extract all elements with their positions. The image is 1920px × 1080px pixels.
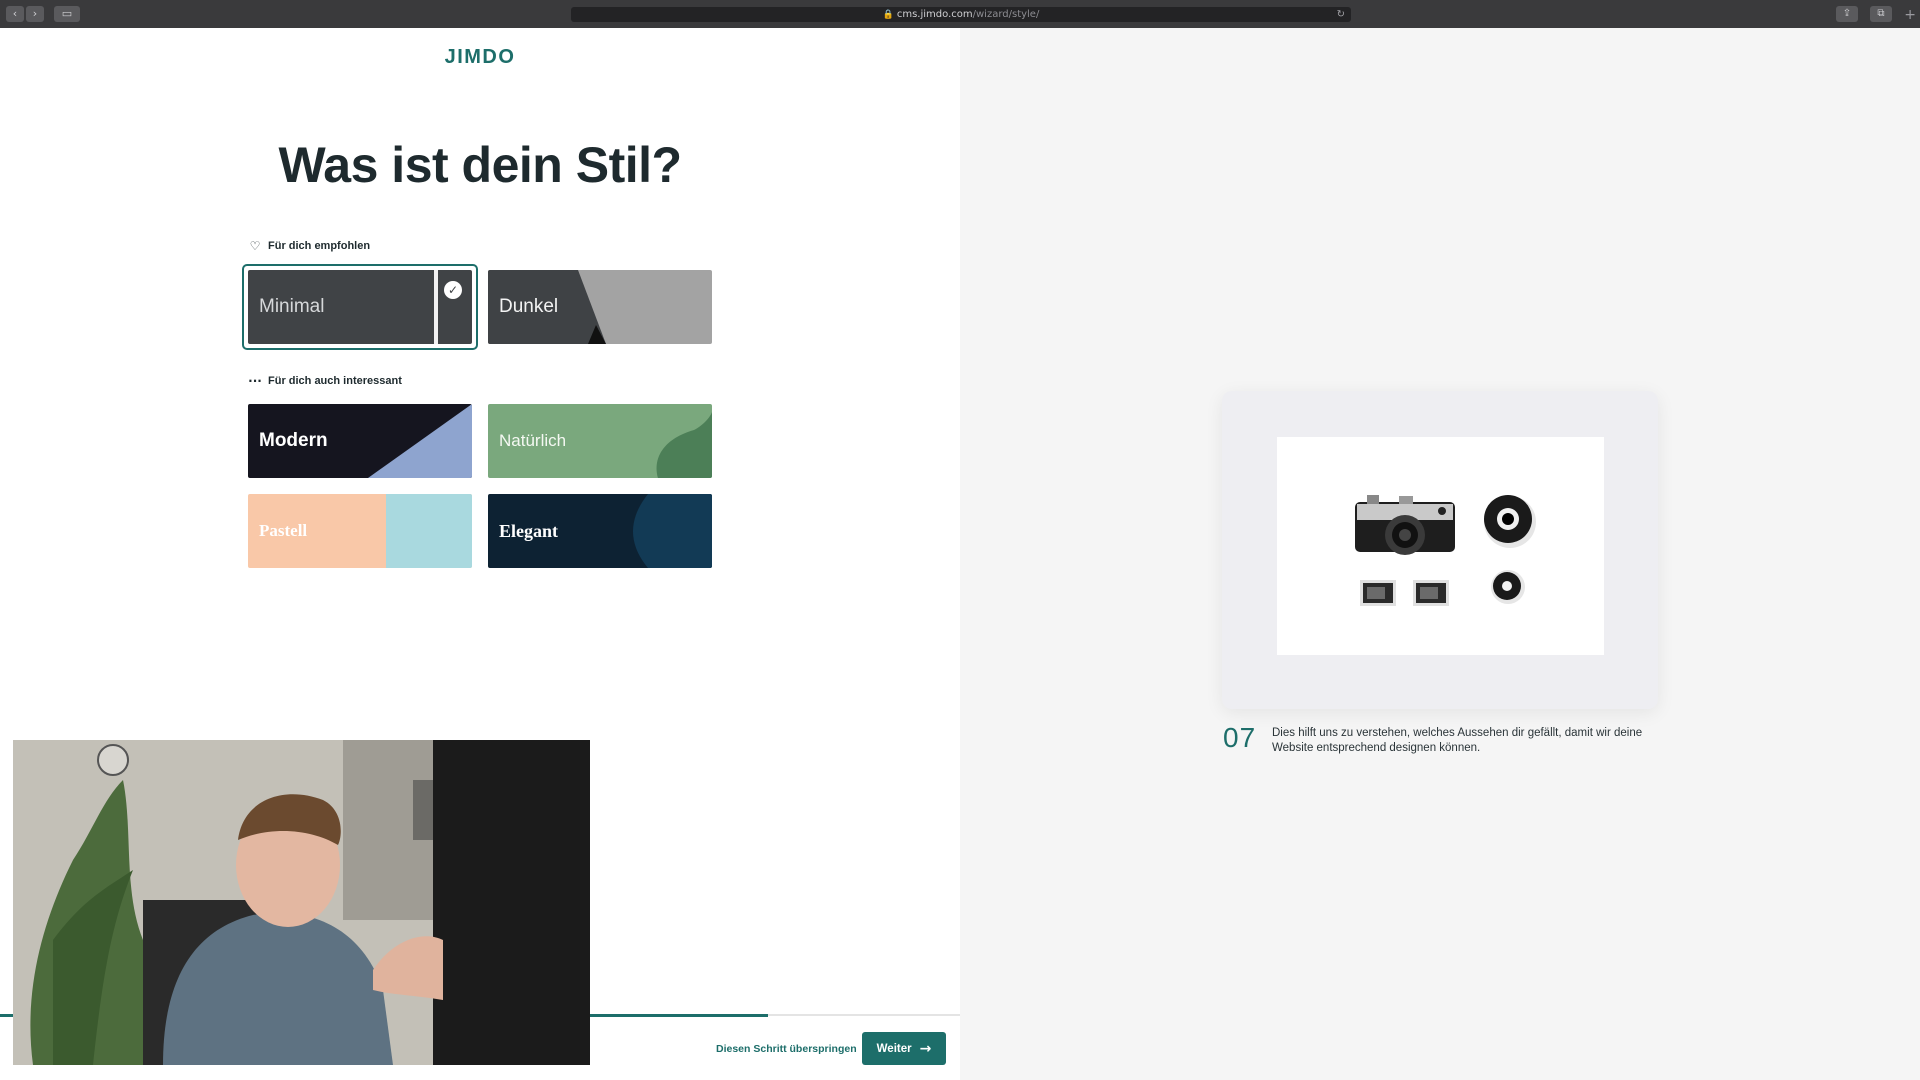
recommended-label: Für dich empfohlen [268, 240, 371, 252]
card-pattern [386, 494, 472, 568]
next-button[interactable]: Weiter → [862, 1032, 946, 1065]
info-pane: 07 Dies hilft uns zu verstehen, welches … [960, 28, 1920, 1080]
jimdo-logo: JIMDO [444, 46, 516, 68]
page-title: Was ist dein Stil? [278, 137, 682, 193]
style-card-label: Natürlich [499, 431, 567, 450]
url-host: cms.jimdo.com [896, 9, 973, 20]
tabs-overview-icon[interactable]: ⧉ [1870, 6, 1892, 22]
style-card-label: Minimal [259, 296, 325, 317]
new-tab-icon[interactable]: + [1904, 8, 1916, 22]
style-card-label: Elegant [499, 521, 559, 541]
style-card-label: Modern [259, 430, 328, 451]
url-path: /wizard/style/ [972, 9, 1040, 20]
browser-toolbar: ‹ › ▭ 🔒 cms.jimdo.com/wizard/style/ ↻ ⇪ ⧉… [0, 0, 1920, 28]
webcam-video-frame [13, 740, 590, 1065]
step-description: Dies hilft uns zu verstehen, welches Aus… [1272, 727, 1643, 754]
skip-step-link[interactable]: Diesen Schritt überspringen [716, 1043, 857, 1055]
sidebar-toggle-icon[interactable]: ▭ [54, 6, 80, 22]
style-card-minimal[interactable]: Minimal ✓ [248, 270, 472, 344]
share-icon[interactable]: ⇪ [1836, 6, 1858, 22]
chevron-right-icon[interactable]: › [26, 6, 44, 22]
also-interesting-section-label: ··· Für dich auch interessant [248, 374, 402, 388]
style-card-natuerlich[interactable]: Natürlich [488, 404, 712, 478]
more-dots-icon: ··· [248, 374, 262, 388]
style-card-elegant[interactable]: Elegant [488, 494, 712, 568]
camera-gear-illustration [1355, 495, 1536, 606]
recommended-section-label: ♡ Für dich empfohlen [248, 239, 370, 253]
chevron-left-icon[interactable]: ‹ [6, 6, 24, 22]
also-interesting-label: Für dich auch interessant [268, 375, 402, 387]
heart-badge-icon: ♡ [249, 239, 261, 253]
next-button-label: Weiter [876, 1042, 912, 1055]
webcam-overlay [13, 740, 590, 1065]
address-bar[interactable]: 🔒 cms.jimdo.com/wizard/style/ ↻ [571, 7, 1351, 22]
style-card-dunkel[interactable]: Dunkel [488, 270, 712, 344]
style-card-pastell[interactable]: Pastell [248, 494, 472, 568]
card-divider [434, 270, 438, 344]
checkmark-icon: ✓ [444, 281, 462, 299]
style-card-modern[interactable]: Modern [248, 404, 472, 478]
style-card-label: Pastell [259, 521, 308, 540]
step-number: 07 [1223, 722, 1257, 753]
preview-image [1277, 437, 1604, 655]
reload-icon[interactable]: ↻ [1337, 7, 1345, 22]
arrow-right-icon: → [919, 1040, 932, 1057]
style-card-label: Dunkel [499, 296, 559, 317]
lock-icon: 🔒 [882, 10, 894, 20]
